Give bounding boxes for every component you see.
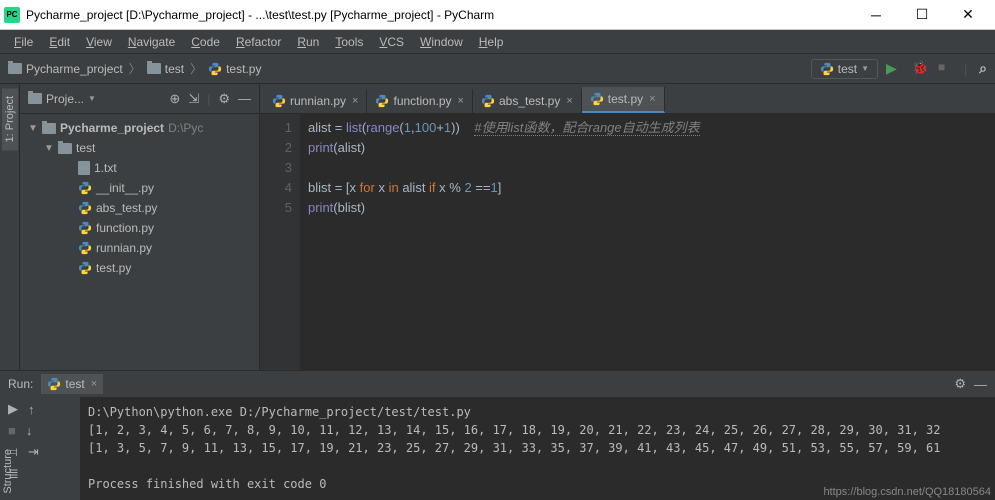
close-button[interactable]: ✕ [945,0,991,30]
python-icon [590,92,604,106]
editor-tab[interactable]: runnian.py× [264,89,367,113]
down-icon[interactable]: ↓ [26,423,33,438]
gear-icon[interactable]: ⚙ [218,91,230,107]
separator: | [964,62,967,76]
python-icon [208,62,222,76]
watermark: https://blog.csdn.net/QQ18180564 [823,486,991,498]
run-configuration-selector[interactable]: test ▼ [811,59,878,79]
tree-file[interactable]: function.py [20,218,259,238]
search-icon[interactable]: ⌕ [979,60,987,77]
menu-edit[interactable]: Edit [43,33,76,51]
wrap-icon[interactable]: ⇥ [28,444,39,460]
hide-icon[interactable]: — [238,91,251,106]
run-panel-title: Run: [8,377,33,391]
project-tree: ▼ Pycharme_project D:\Pyc ▼ test 1.txt__… [20,114,259,370]
menu-vcs[interactable]: VCS [373,33,410,51]
editor-tab[interactable]: function.py× [367,89,472,113]
editor-tab[interactable]: abs_test.py× [473,89,582,113]
breadcrumb: Pycharme_project 〉 test 〉 test.py [8,60,811,77]
editor-tabs: runnian.py×function.py×abs_test.py×test.… [260,84,995,114]
menu-refactor[interactable]: Refactor [230,33,287,51]
close-icon[interactable]: × [458,95,464,107]
breadcrumb-item[interactable]: test.py [208,62,261,76]
maximize-button[interactable]: ☐ [899,0,945,30]
window-title: Pycharme_project [D:\Pycharme_project] -… [26,8,853,22]
navigation-bar: Pycharme_project 〉 test 〉 test.py test ▼ ▶ 🐞… [0,54,995,84]
python-icon [78,221,92,235]
collapse-icon[interactable]: ⇲ [188,91,199,107]
python-icon [820,62,834,76]
python-icon [47,377,61,391]
chevron-down-icon: ▼ [861,64,869,73]
structure-tool-tab[interactable]: Structure [0,443,16,500]
menu-file[interactable]: File [8,33,39,51]
folder-icon [147,63,161,74]
project-panel-title[interactable]: Proje... ▼ [28,92,161,106]
python-icon [78,241,92,255]
python-icon [78,201,92,215]
close-icon[interactable]: × [91,378,97,390]
python-icon [78,181,92,195]
editor[interactable]: 12345 alist = list(range(1,100+1)) #使用li… [260,114,995,370]
locate-icon[interactable]: ⊕ [169,91,180,107]
file-icon [78,161,90,175]
project-tool-tab[interactable]: 1: Project [2,88,18,150]
folder-icon [58,143,72,154]
menubar: FileEditViewNavigateCodeRefactorRunTools… [0,30,995,54]
tree-file[interactable]: 1.txt [20,158,259,178]
folder-icon [42,123,56,134]
editor-area: runnian.py×function.py×abs_test.py×test.… [260,84,995,370]
editor-tab[interactable]: test.py× [582,87,665,113]
python-icon [481,94,495,108]
project-panel: Proje... ▼ ⊕ ⇲ | ⚙ — ▼ Pycharme_project … [20,84,260,370]
folder-icon [8,63,22,74]
left-tool-window-bar: 1: Project [0,84,20,370]
hide-icon[interactable]: — [974,377,987,392]
menu-navigate[interactable]: Navigate [122,33,181,51]
tree-file[interactable]: runnian.py [20,238,259,258]
run-config-label: test [838,62,857,76]
breadcrumb-item[interactable]: Pycharme_project [8,62,123,76]
chevron-right-icon: 〉 [129,60,141,77]
pycharm-icon: PC [4,7,20,23]
menu-window[interactable]: Window [414,33,469,51]
menu-code[interactable]: Code [185,33,226,51]
python-icon [78,261,92,275]
separator: | [207,92,210,106]
folder-icon [28,93,42,104]
close-icon[interactable]: × [352,95,358,107]
tree-folder[interactable]: ▼ test [20,138,259,158]
chevron-down-icon: ▼ [44,143,54,154]
gutter: 12345 [260,114,300,370]
tree-file[interactable]: __init__.py [20,178,259,198]
tree-file[interactable]: abs_test.py [20,198,259,218]
menu-tools[interactable]: Tools [329,33,369,51]
python-icon [272,94,286,108]
debug-button[interactable]: 🐞 [912,60,930,78]
run-button[interactable]: ▶ [886,60,904,78]
menu-run[interactable]: Run [291,33,325,51]
up-icon[interactable]: ↑ [28,402,35,417]
chevron-down-icon: ▼ [28,123,38,134]
code-content[interactable]: alist = list(range(1,100+1)) #使用list函数，配… [300,114,995,370]
gear-icon[interactable]: ⚙ [954,376,966,392]
tree-file[interactable]: test.py [20,258,259,278]
stop-button[interactable]: ■ [938,60,956,78]
chevron-down-icon: ▼ [88,94,96,103]
menu-help[interactable]: Help [473,33,510,51]
run-tab[interactable]: test × [41,374,103,394]
close-icon[interactable]: × [649,93,655,105]
close-icon[interactable]: × [566,95,572,107]
run-tool-window: Run: test × ⚙ — ▶↑ ■↓ ⫤⇥ ≣ D:\Python\pyt… [0,370,995,500]
python-icon [375,94,389,108]
breadcrumb-item[interactable]: test [147,62,184,76]
menu-view[interactable]: View [80,33,118,51]
minimize-button[interactable]: ─ [853,0,899,30]
run-output[interactable]: D:\Python\python.exe D:/Pycharme_project… [80,397,995,500]
window-titlebar: PC Pycharme_project [D:\Pycharme_project… [0,0,995,30]
chevron-right-icon: 〉 [190,60,202,77]
tree-root[interactable]: ▼ Pycharme_project D:\Pyc [20,118,259,138]
